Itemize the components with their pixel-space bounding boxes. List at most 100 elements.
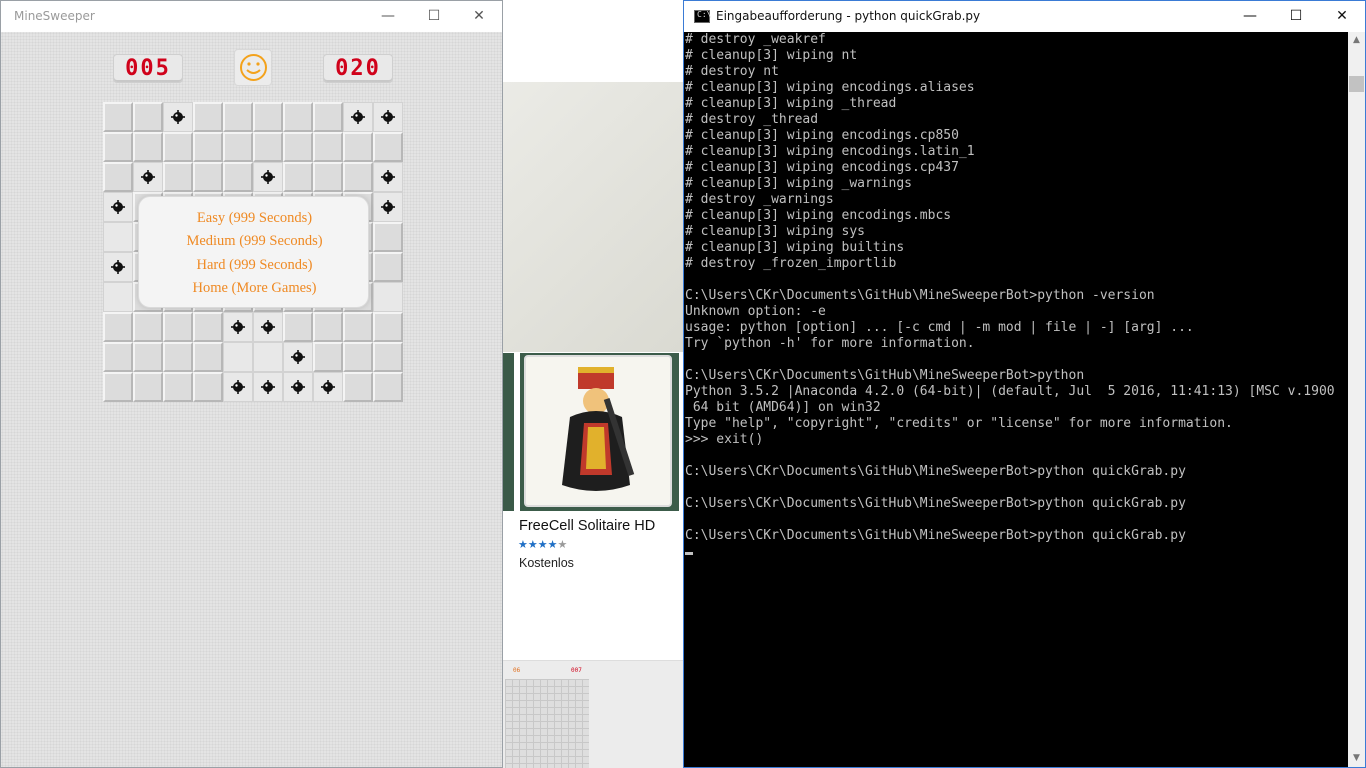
grid-cell[interactable] [253,162,283,192]
app-name[interactable]: FreeCell Solitaire HD [519,518,655,534]
grid-cell[interactable] [343,312,373,342]
grid-cell[interactable] [223,162,253,192]
console-titlebar[interactable]: C:\ Eingabeaufforderung - python quickGr… [684,1,1365,32]
grid-cell[interactable] [193,372,223,402]
scroll-thumb[interactable] [1349,76,1364,92]
minesweeper-window: MineSweeper — ☐ ✕ 005 020 Easy (999 Seco… [0,0,503,768]
grid-cell[interactable] [223,312,253,342]
grid-cell[interactable] [373,222,403,252]
grid-cell[interactable] [373,252,403,282]
grid-cell[interactable] [313,372,343,402]
grid-cell[interactable] [373,282,403,312]
grid-cell[interactable] [253,372,283,402]
grid-cell[interactable] [193,132,223,162]
grid-cell[interactable] [103,312,133,342]
grid-cell[interactable] [313,342,343,372]
mine-icon [261,320,275,334]
grid-cell[interactable] [103,192,133,222]
menu-hard[interactable]: Hard (999 Seconds) [139,257,370,274]
grid-cell[interactable] [343,132,373,162]
reset-button[interactable] [234,49,272,86]
grid-cell[interactable] [133,312,163,342]
maximize-button[interactable]: ☐ [1273,1,1319,32]
grid-cell[interactable] [163,162,193,192]
console-line: 64 bit (AMD64)] on win32 [685,400,881,415]
console-line: # cleanup[3] wiping encodings.cp850 [685,128,959,143]
menu-easy[interactable]: Easy (999 Seconds) [139,210,370,227]
minimize-button[interactable]: — [365,1,411,32]
mine-icon [231,320,245,334]
grid-cell[interactable] [313,162,343,192]
minesweeper-thumbnail[interactable]: 06 007 [503,660,684,768]
grid-cell[interactable] [223,342,253,372]
grid-cell[interactable] [283,132,313,162]
grid-cell[interactable] [193,102,223,132]
grid-cell[interactable] [373,372,403,402]
grid-cell[interactable] [103,372,133,402]
grid-cell[interactable] [133,162,163,192]
console-output[interactable]: # destroy _weakref # cleanup[3] wiping nt… [684,32,1348,767]
grid-cell[interactable] [253,312,283,342]
grid-cell[interactable] [343,102,373,132]
minimize-button[interactable]: — [1227,1,1273,32]
mine-counter: 005 [113,54,183,83]
grid-cell[interactable] [163,312,193,342]
grid-cell[interactable] [103,342,133,372]
grid-cell[interactable] [163,102,193,132]
menu-medium[interactable]: Medium (999 Seconds) [139,233,370,250]
grid-cell[interactable] [103,162,133,192]
vertical-scrollbar[interactable]: ▲ ▼ [1348,32,1365,767]
grid-cell[interactable] [163,342,193,372]
grid-cell[interactable] [313,102,343,132]
grid-cell[interactable] [133,132,163,162]
grid-cell[interactable] [193,162,223,192]
close-button[interactable]: ✕ [1319,1,1365,32]
menu-home[interactable]: Home (More Games) [139,280,370,297]
grid-cell[interactable] [193,342,223,372]
grid-cell[interactable] [283,162,313,192]
grid-cell[interactable] [133,372,163,402]
grid-cell[interactable] [283,342,313,372]
grid-cell[interactable] [343,162,373,192]
scroll-up-icon[interactable]: ▲ [1348,32,1365,49]
grid-cell[interactable] [283,102,313,132]
close-button[interactable]: ✕ [456,1,502,32]
grid-cell[interactable] [313,312,343,342]
grid-cell[interactable] [103,102,133,132]
grid-cell[interactable] [133,102,163,132]
grid-cell[interactable] [163,132,193,162]
grid-cell[interactable] [373,342,403,372]
playing-card-icon [524,355,672,507]
grid-cell[interactable] [343,342,373,372]
grid-cell[interactable] [253,132,283,162]
mine-icon [261,170,275,184]
grid-cell[interactable] [373,102,403,132]
grid-cell[interactable] [103,222,133,252]
grid-cell[interactable] [283,372,313,402]
grid-cell[interactable] [313,132,343,162]
grid-cell[interactable] [133,342,163,372]
grid-cell[interactable] [373,312,403,342]
console-line: Try `python -h' for more information. [685,336,975,351]
grid-cell[interactable] [283,312,313,342]
grid-cell[interactable] [343,372,373,402]
star-filled-icon: ★ [527,538,538,551]
grid-cell[interactable] [223,132,253,162]
grid-cell[interactable] [223,102,253,132]
grid-cell[interactable] [163,372,193,402]
grid-cell[interactable] [223,372,253,402]
grid-cell[interactable] [103,252,133,282]
minesweeper-titlebar[interactable]: MineSweeper — ☐ ✕ [1,1,502,32]
maximize-button[interactable]: ☐ [411,1,457,32]
grid-cell[interactable] [103,132,133,162]
grid-cell[interactable] [193,312,223,342]
grid-cell[interactable] [373,192,403,222]
grid-cell[interactable] [373,162,403,192]
grid-cell[interactable] [373,132,403,162]
grid-cell[interactable] [253,342,283,372]
scroll-down-icon[interactable]: ▼ [1348,750,1365,767]
grid-cell[interactable] [253,102,283,132]
console-line: # cleanup[3] wiping sys [685,224,866,239]
freecell-app-tile[interactable] [520,353,679,511]
grid-cell[interactable] [103,282,133,312]
